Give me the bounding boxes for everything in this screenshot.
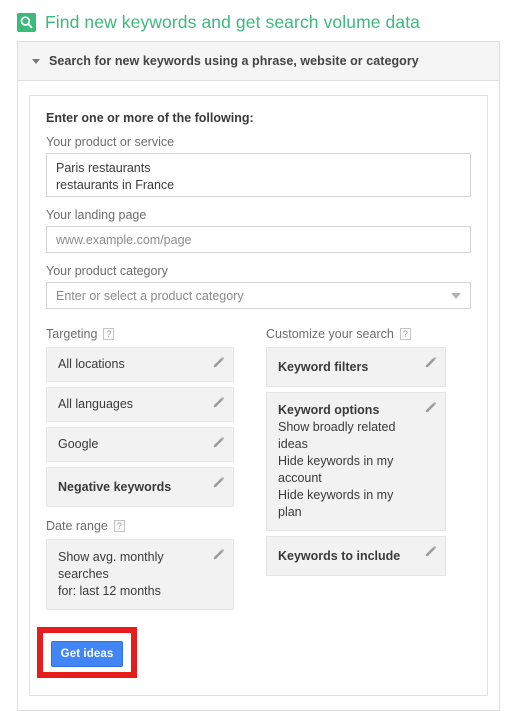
date-range-title-label: Date range: [46, 519, 108, 533]
search-icon: [17, 12, 36, 32]
date-range-line-2: for: last 12 months: [58, 584, 161, 598]
keyword-options-tile[interactable]: Keyword options Show broadly related ide…: [266, 392, 446, 531]
pencil-icon[interactable]: [212, 356, 225, 369]
keyword-filters-tile[interactable]: Keyword filters: [266, 347, 446, 387]
pencil-icon[interactable]: [212, 476, 225, 489]
targeting-tile-languages[interactable]: All languages: [46, 387, 234, 422]
date-range-line-1: Show avg. monthly searches: [58, 550, 164, 581]
keyword-options-title: Keyword options: [278, 403, 380, 417]
panel-header-label: Search for new keywords using a phrase, …: [49, 54, 419, 68]
page-title: Find new keywords and get search volume …: [0, 0, 517, 37]
customize-help-icon[interactable]: ?: [399, 328, 411, 340]
keywords-to-include-title: Keywords to include: [278, 548, 401, 563]
date-range-help-icon[interactable]: ?: [113, 520, 125, 532]
targeting-column: Targeting ? All locations All languages: [46, 327, 234, 615]
panel-header[interactable]: Search for new keywords using a phrase, …: [18, 42, 499, 81]
keywords-to-include-tile[interactable]: Keywords to include: [266, 536, 446, 576]
targeting-tile-network[interactable]: Google: [46, 427, 234, 462]
chevron-down-icon[interactable]: [451, 292, 461, 299]
keyword-options-item-2: Hide keywords in my account: [278, 454, 394, 485]
pencil-icon[interactable]: [424, 401, 437, 414]
product-category-select[interactable]: Enter or select a product category: [46, 282, 471, 309]
date-range-title: Date range ?: [46, 519, 234, 533]
product-or-service-value-line-1: Paris restaurants: [56, 161, 151, 175]
pencil-icon[interactable]: [212, 548, 225, 561]
targeting-tile-locations[interactable]: All locations: [46, 347, 234, 382]
search-panel: Search for new keywords using a phrase, …: [17, 41, 500, 711]
product-category-label: Your product category: [46, 264, 168, 278]
keyword-filters-title: Keyword filters: [278, 359, 369, 374]
product-or-service-input[interactable]: Paris restaurants restaurants in France: [46, 153, 471, 197]
pencil-icon[interactable]: [424, 356, 437, 369]
pencil-icon[interactable]: [424, 545, 437, 558]
targeting-help-icon[interactable]: ?: [103, 328, 115, 340]
customize-column: Customize your search ? Keyword filters …: [266, 327, 446, 615]
form-heading: Enter one or more of the following:: [46, 111, 254, 125]
product-or-service-label: Your product or service: [46, 135, 175, 149]
targeting-locations-value: All locations: [58, 357, 125, 371]
targeting-network-value: Google: [58, 437, 99, 451]
targeting-negative-keywords-title: Negative keywords: [58, 479, 172, 494]
product-or-service-value-line-2: restaurants in France: [56, 178, 175, 192]
keyword-options-item-3: Hide keywords in my plan: [278, 488, 394, 519]
triangle-down-icon[interactable]: [32, 58, 40, 64]
options-columns: Targeting ? All locations All languages: [46, 327, 471, 615]
targeting-title-label: Targeting: [46, 327, 98, 341]
search-form-card: Enter one or more of the following: Your…: [29, 95, 488, 696]
pencil-icon[interactable]: [212, 396, 225, 409]
get-ideas-zone: Get ideas: [37, 627, 471, 678]
customize-title: Customize your search ?: [266, 327, 446, 341]
targeting-languages-value: All languages: [58, 397, 134, 411]
landing-page-placeholder: www.example.com/page: [56, 232, 192, 247]
landing-page-label: Your landing page: [46, 208, 147, 222]
pencil-icon[interactable]: [212, 436, 225, 449]
column-gap: [234, 327, 266, 615]
product-category-placeholder: Enter or select a product category: [56, 288, 244, 303]
targeting-tile-negative-keywords[interactable]: Negative keywords: [46, 467, 234, 507]
date-range-tile[interactable]: Show avg. monthly searches for: last 12 …: [46, 539, 234, 610]
get-ideas-button[interactable]: Get ideas: [51, 641, 123, 667]
page-title-text: Find new keywords and get search volume …: [45, 12, 421, 32]
keyword-options-item-1: Show broadly related ideas: [278, 420, 396, 451]
targeting-title: Targeting ?: [46, 327, 234, 341]
landing-page-input[interactable]: www.example.com/page: [46, 226, 471, 253]
customize-title-label: Customize your search: [266, 327, 394, 341]
